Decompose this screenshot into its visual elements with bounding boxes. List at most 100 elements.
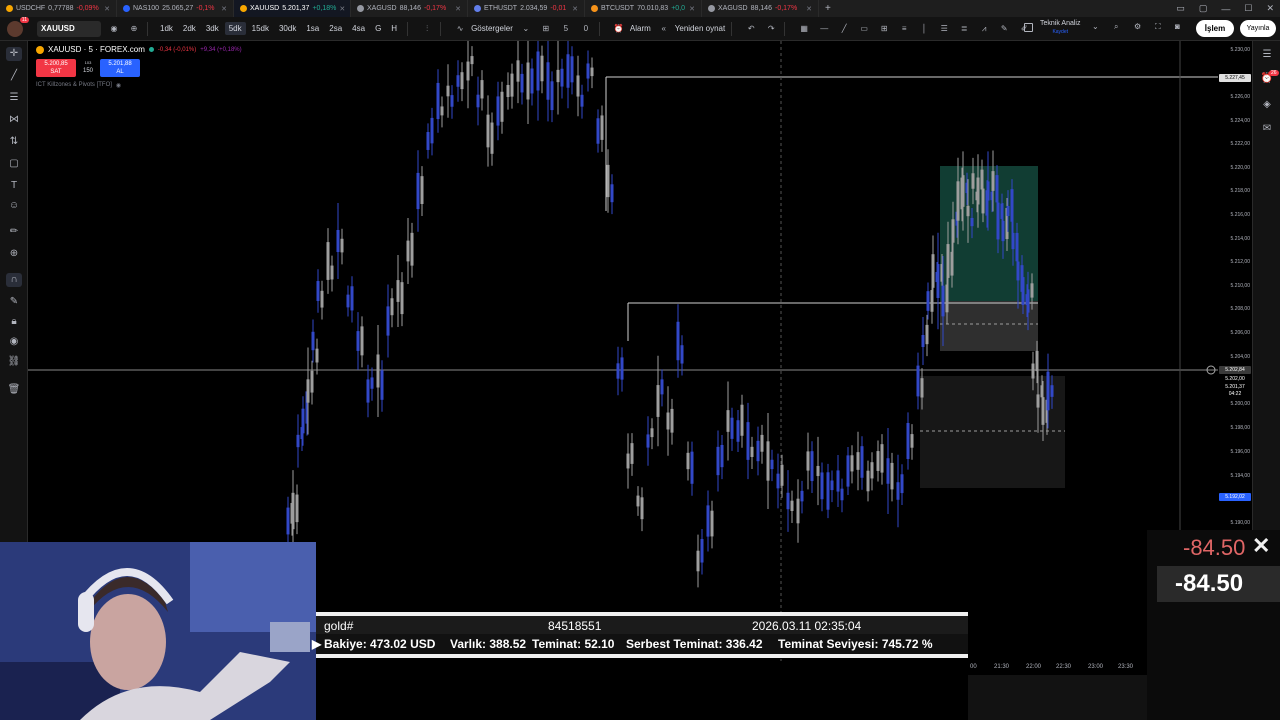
text-tool-icon[interactable]: T bbox=[6, 179, 22, 193]
tab-usdchf[interactable]: USDCHF 0,77788 -0,09% ✕ bbox=[0, 0, 117, 17]
zigzag-icon[interactable]: ⩘ bbox=[977, 24, 991, 34]
tab-xagusd[interactable]: XAGUSD 88,146 -0,17% ✕ bbox=[702, 0, 819, 17]
trendline-tool-icon[interactable]: ╱ bbox=[6, 69, 22, 83]
tab-nas100[interactable]: NAS100 25.065,27 -0,1% ✕ bbox=[117, 0, 234, 17]
pattern-tool-icon[interactable]: ⋈ bbox=[6, 113, 22, 127]
redo-icon[interactable]: ↷ bbox=[764, 24, 778, 33]
price-axis[interactable]: 5.230,00 5.226,00 5.224,00 5.222,00 5.220,00… bbox=[1218, 41, 1252, 531]
trend-line-icon[interactable]: ╱ bbox=[837, 24, 851, 33]
lines-icon[interactable]: ☰ bbox=[937, 24, 951, 33]
fullscreen-icon[interactable]: ⛶ bbox=[1155, 22, 1161, 32]
layout-icon[interactable]: ⊞ bbox=[877, 24, 891, 33]
indicator-legend[interactable]: ICT Killzones & Pivots [TFO] ◉ bbox=[36, 82, 121, 89]
technical-analysis-button[interactable]: Teknik Analiz Kaydet bbox=[1040, 20, 1080, 36]
indicator-count-2[interactable]: 0 bbox=[579, 24, 593, 33]
fib-tool-icon[interactable]: ☰ bbox=[6, 91, 22, 105]
timeframe-30dk[interactable]: 30dk bbox=[275, 22, 300, 35]
parallel-icon[interactable]: ≣ bbox=[957, 24, 971, 33]
alarm-button[interactable]: Alarm bbox=[630, 24, 651, 33]
candle-body bbox=[650, 428, 654, 438]
trade-button[interactable]: İşlem bbox=[1196, 20, 1234, 37]
close-tab-icon[interactable]: ✕ bbox=[806, 5, 812, 13]
undo-icon[interactable]: ↶ bbox=[744, 24, 758, 33]
chevron-down-icon[interactable]: ⌄ bbox=[1092, 22, 1099, 31]
shape-tool-icon[interactable]: ▢ bbox=[6, 157, 22, 171]
publish-button[interactable]: Yayınla bbox=[1240, 20, 1276, 37]
close-tab-icon[interactable]: ✕ bbox=[455, 5, 461, 13]
vertical-line-icon[interactable]: │ bbox=[917, 24, 931, 33]
layers-icon[interactable]: ◈ bbox=[1260, 99, 1274, 113]
close-position-icon[interactable]: ✕ bbox=[1252, 533, 1270, 559]
drawing-mode-icon[interactable]: ✎ bbox=[6, 295, 22, 309]
tab-change: -0,09% bbox=[76, 5, 99, 12]
chart-layout-icon[interactable]: ▭ bbox=[1176, 3, 1185, 14]
position-row[interactable]: gold# 84518551 2026.03.11 02:35:04 bbox=[316, 616, 968, 634]
tab-xauusd[interactable]: XAUUSD 5.201,37 +0,18% ✕ bbox=[234, 0, 351, 17]
timeframe-2sa[interactable]: 2sa bbox=[325, 22, 346, 35]
alarm-icon[interactable]: ⏰ bbox=[612, 24, 626, 33]
timeframe-1sa[interactable]: 1sa bbox=[302, 22, 323, 35]
close-window-icon[interactable]: ✕ bbox=[1266, 3, 1274, 14]
trash-icon[interactable]: 🗑︎ bbox=[6, 383, 22, 397]
camera-icon[interactable]: ◙ bbox=[1175, 22, 1180, 31]
brush-icon[interactable]: ✎ bbox=[997, 24, 1011, 33]
close-tab-icon[interactable]: ✕ bbox=[572, 5, 578, 13]
timeframe-1dk[interactable]: 1dk bbox=[156, 22, 177, 35]
layout-square-icon[interactable] bbox=[1024, 23, 1033, 32]
zoom-icon[interactable]: ⊕ bbox=[6, 247, 22, 261]
rectangle-icon[interactable]: ▭ bbox=[857, 24, 871, 33]
sell-button[interactable]: 5.200,85 SAT bbox=[36, 59, 76, 77]
symbol-search[interactable]: XAUUSD bbox=[37, 20, 101, 37]
tab-xagusd[interactable]: XAGUSD 88,146 -0,17% ✕ bbox=[351, 0, 468, 17]
link-icon[interactable]: ⛓ bbox=[6, 355, 22, 369]
maximize-icon[interactable]: ☐ bbox=[1244, 3, 1252, 14]
magnet-icon[interactable]: ∩ bbox=[6, 273, 22, 287]
timeframe-3dk[interactable]: 3dk bbox=[202, 22, 223, 35]
close-tab-icon[interactable]: ✕ bbox=[104, 5, 110, 13]
indicator-count[interactable]: 5 bbox=[559, 24, 573, 33]
timeframe-5dk[interactable]: 5dk bbox=[224, 22, 246, 35]
eye-icon[interactable]: ◉ bbox=[107, 24, 121, 33]
forecast-tool-icon[interactable]: ⇅ bbox=[6, 135, 22, 149]
tab-ethusdt[interactable]: ETHUSDT 2.034,59 -0,01 ✕ bbox=[468, 0, 585, 17]
buy-button[interactable]: 5.201,88 AL bbox=[100, 59, 140, 77]
candle-body bbox=[1036, 394, 1040, 408]
add-tab-icon[interactable]: + bbox=[819, 3, 837, 14]
fib-icon[interactable]: ≡ bbox=[897, 24, 911, 33]
restore-icon[interactable]: ▢ bbox=[1199, 3, 1208, 14]
close-tab-icon[interactable]: ✕ bbox=[339, 5, 345, 13]
minimize-icon[interactable]: — bbox=[1221, 4, 1230, 14]
indicators-button[interactable]: Göstergeler bbox=[471, 24, 513, 33]
gear-icon[interactable]: ⚙ bbox=[1134, 22, 1141, 31]
templates-icon[interactable]: ⊞ bbox=[539, 24, 553, 33]
time-axis[interactable]: 00 21:30 22:00 22:30 23:00 23:30 bbox=[968, 660, 1147, 675]
timeframe-2dk[interactable]: 2dk bbox=[179, 22, 200, 35]
avatar[interactable]: 11 bbox=[7, 16, 29, 37]
ruler-icon[interactable]: ✏ bbox=[6, 225, 22, 239]
candles-icon[interactable]: ⫶ bbox=[420, 24, 434, 34]
watchlist-icon[interactable]: ☰ bbox=[1260, 49, 1274, 63]
close-tab-icon[interactable]: ✕ bbox=[689, 5, 695, 13]
grid-icon[interactable]: ▦ bbox=[797, 24, 811, 33]
chevron-down-icon[interactable]: ⌄ bbox=[519, 24, 533, 33]
timeframe-15dk[interactable]: 15dk bbox=[248, 22, 273, 35]
timeframe-H[interactable]: H bbox=[387, 22, 401, 35]
emoji-tool-icon[interactable]: ☺ bbox=[6, 199, 22, 213]
legend-symbol[interactable]: XAUUSD · 5 · FOREX.com bbox=[48, 45, 145, 54]
crosshair-icon[interactable]: ✛ bbox=[6, 47, 22, 61]
lock-icon[interactable]: 🔒︎ bbox=[6, 315, 22, 329]
indicators-icon[interactable]: ∿ bbox=[453, 24, 467, 33]
horizontal-line-icon[interactable]: — bbox=[817, 24, 831, 33]
replay-button[interactable]: Yeniden oynat bbox=[675, 24, 725, 33]
chat-icon[interactable]: ✉ bbox=[1260, 123, 1274, 137]
add-symbol-icon[interactable]: ⊕ bbox=[127, 24, 141, 33]
eye-icon[interactable]: ◉ bbox=[116, 82, 121, 89]
tab-btcusdt[interactable]: BTCUSDT 70.010,83 +0,0 ✕ bbox=[585, 0, 702, 17]
hide-icon[interactable]: ◉ bbox=[6, 335, 22, 349]
timeframe-G[interactable]: G bbox=[371, 22, 385, 35]
replay-icon[interactable]: « bbox=[657, 24, 671, 33]
crosshair-price-tag: 5.202,84 bbox=[1219, 366, 1251, 374]
timeframe-4sa[interactable]: 4sa bbox=[348, 22, 369, 35]
search-icon[interactable]: ⌕ bbox=[1114, 22, 1118, 32]
close-tab-icon[interactable]: ✕ bbox=[221, 5, 227, 13]
